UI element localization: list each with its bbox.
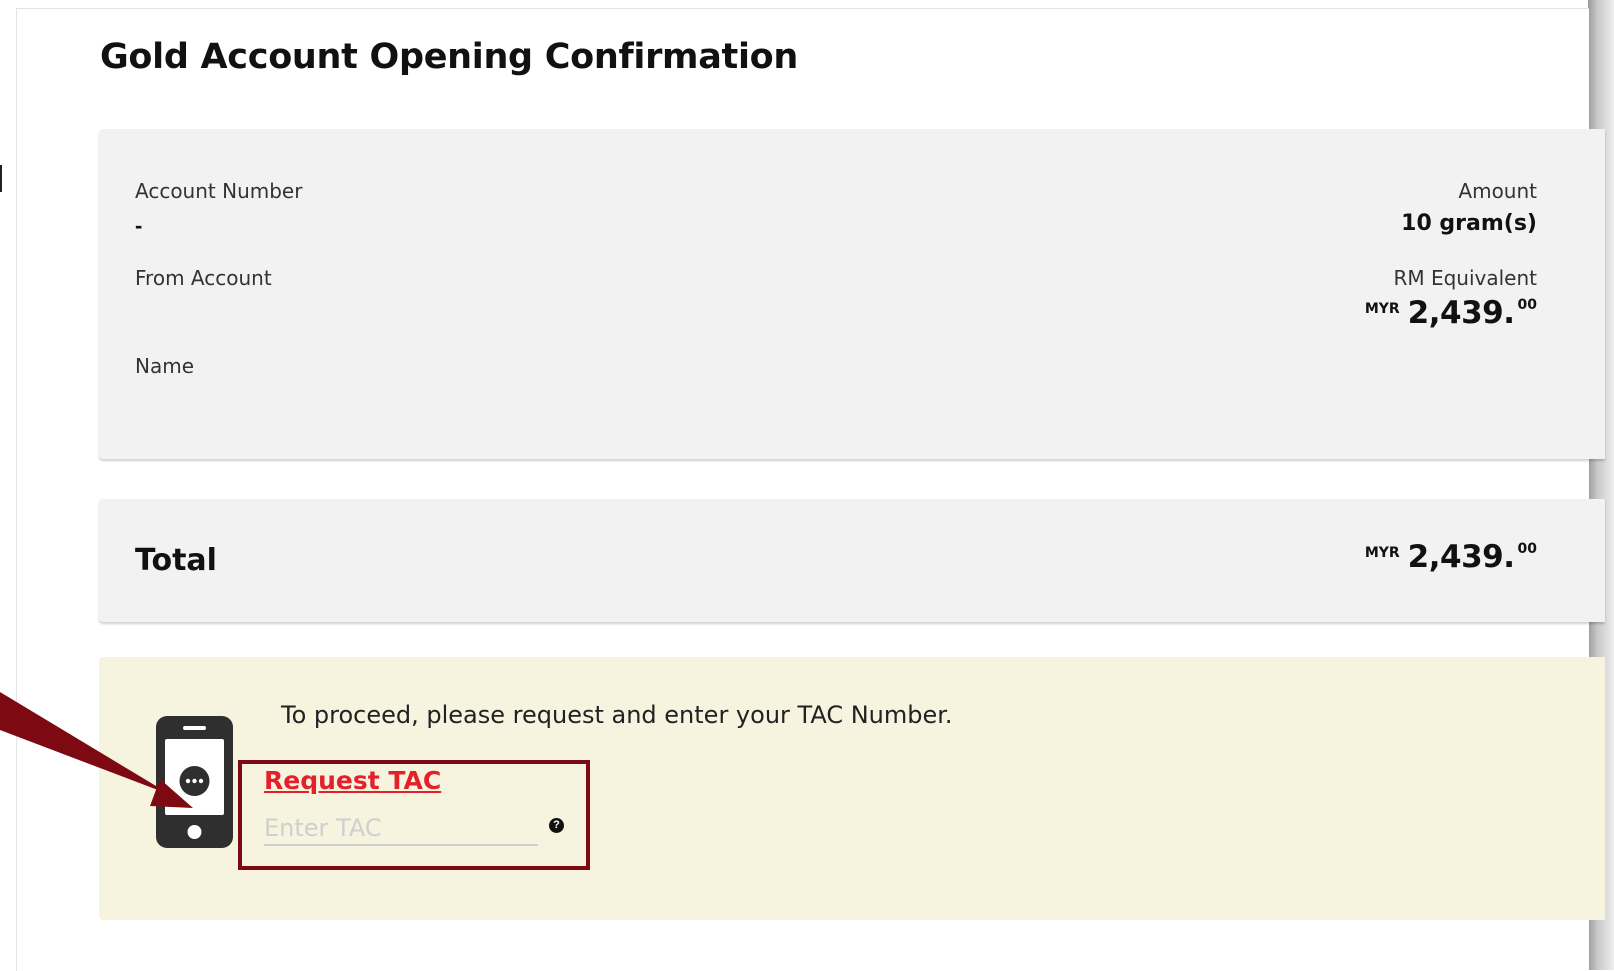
rm-equivalent-value: MYR 2,439. 00 [1365, 295, 1537, 331]
amount-label: Amount [1458, 179, 1537, 203]
question-icon[interactable]: ? [549, 818, 564, 833]
mobile-phone-chat-icon [156, 716, 233, 848]
account-number-value: - [135, 213, 143, 238]
amount-main: 2,439. [1407, 295, 1515, 331]
from-account-label: From Account [135, 266, 272, 290]
tac-input[interactable] [264, 812, 538, 846]
page-title: Gold Account Opening Confirmation [100, 37, 799, 77]
total-panel: Total MYR 2,439. 00 [99, 499, 1605, 622]
amount-value: 10 gram(s) [1401, 211, 1537, 236]
total-value: MYR 2,439. 00 [1365, 539, 1537, 575]
tac-instruction: To proceed, please request and enter you… [281, 701, 953, 729]
currency-code: MYR [1364, 301, 1400, 317]
account-number-label: Account Number [135, 179, 303, 203]
currency-code: MYR [1364, 545, 1400, 561]
rm-equivalent-label: RM Equivalent [1393, 266, 1537, 290]
name-label: Name [135, 354, 195, 378]
left-edge-marker [0, 165, 2, 192]
amount-main: 2,439. [1407, 539, 1515, 575]
total-label: Total [135, 543, 217, 578]
request-tac-link[interactable]: Request TAC [264, 766, 441, 795]
amount-cents: 00 [1517, 541, 1537, 557]
amount-cents: 00 [1517, 297, 1537, 313]
details-panel: Account Number - From Account Name Amoun… [99, 129, 1605, 459]
